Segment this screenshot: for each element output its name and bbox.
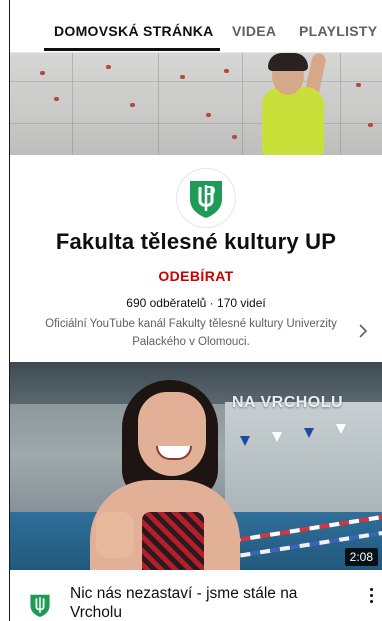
up-university-shield-icon bbox=[190, 181, 222, 218]
active-tab-indicator bbox=[44, 48, 220, 51]
thumbnail-text: NA VRCHOLU bbox=[232, 394, 344, 411]
swimmer-figure bbox=[138, 392, 206, 476]
tab-playlists[interactable]: PLAYLISTY bbox=[299, 0, 377, 52]
video-duration: 2:08 bbox=[344, 548, 378, 566]
channel-name: Fakulta tělesné kultury UP bbox=[55, 229, 337, 254]
channel-avatar[interactable] bbox=[176, 168, 236, 228]
subscribe-button[interactable]: ODEBÍRAT bbox=[10, 268, 382, 284]
chevron-right-icon[interactable] bbox=[358, 323, 368, 339]
video-channel-avatar[interactable] bbox=[28, 592, 52, 618]
channel-banner bbox=[10, 53, 382, 155]
banner-climber bbox=[262, 87, 324, 155]
channel-tabs: DOMOVSKÁ STRÁNKA VIDEA PLAYLISTY bbox=[10, 0, 382, 52]
video-thumbnail[interactable]: NA VRCHOLU 2:08 bbox=[10, 362, 382, 570]
thumbs-up bbox=[96, 512, 134, 558]
app-frame: DOMOVSKÁ STRÁNKA VIDEA PLAYLISTY Fakulta… bbox=[9, 0, 382, 621]
channel-description[interactable]: Oficiální YouTube kanál Fakulty tělesné … bbox=[20, 315, 362, 351]
video-title[interactable]: Nic nás nezastaví - jsme stále na Vrchol… bbox=[70, 584, 320, 621]
tab-home[interactable]: DOMOVSKÁ STRÁNKA bbox=[54, 0, 214, 52]
channel-stats: 690 odběratelů · 170 videí bbox=[126, 296, 266, 310]
tab-videos[interactable]: VIDEA bbox=[232, 0, 276, 52]
more-options-icon[interactable] bbox=[366, 586, 378, 606]
